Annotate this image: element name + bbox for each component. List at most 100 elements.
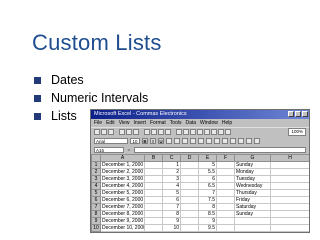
cell-c-5[interactable]: 5: [162, 189, 181, 197]
borders-icon[interactable]: [238, 137, 244, 144]
cell-b-8[interactable]: [144, 210, 163, 218]
menu-view[interactable]: View: [119, 119, 130, 127]
cell-e-8[interactable]: 8.5: [198, 210, 217, 218]
cell-a-6[interactable]: December 6, 2000: [100, 196, 145, 204]
menu-insert[interactable]: Insert: [133, 119, 146, 127]
cell-d-4[interactable]: [180, 182, 199, 190]
cell-a-3[interactable]: December 3, 2000: [100, 175, 145, 183]
cell-d-3[interactable]: [180, 175, 199, 183]
cell-h-9[interactable]: [270, 217, 309, 225]
cell-c-3[interactable]: 3: [162, 175, 181, 183]
font-size-select[interactable]: 10: [130, 137, 140, 144]
align-right-icon[interactable]: [182, 137, 188, 144]
zoom-select[interactable]: 100%: [288, 128, 306, 136]
cell-b-5[interactable]: [144, 189, 163, 197]
cell-c-8[interactable]: 8: [162, 210, 181, 218]
redo-icon[interactable]: [183, 129, 189, 135]
cell-a-8[interactable]: December 8, 2000: [100, 210, 145, 218]
cell-g-8[interactable]: Sunday: [234, 210, 271, 218]
menu-file[interactable]: File: [94, 119, 102, 127]
cell-b-2[interactable]: [144, 168, 163, 176]
column-header[interactable]: A: [100, 154, 145, 162]
column-header[interactable]: B: [144, 154, 163, 162]
cell-f-9[interactable]: [216, 217, 235, 225]
cell-b-7[interactable]: [144, 203, 163, 211]
underline-button[interactable]: U: [158, 137, 164, 144]
bold-button[interactable]: B: [142, 137, 148, 144]
cell-f-11[interactable]: [216, 231, 235, 232]
row-header[interactable]: 1: [91, 161, 101, 169]
cell-c-2[interactable]: 2: [162, 168, 181, 176]
undo-icon[interactable]: [176, 129, 182, 135]
currency-icon[interactable]: [198, 137, 204, 144]
spelling-icon[interactable]: [133, 129, 139, 135]
copy-icon[interactable]: [151, 129, 157, 135]
name-box[interactable]: A15: [94, 146, 124, 153]
cell-h-8[interactable]: [270, 210, 309, 218]
cell-h-1[interactable]: [270, 161, 309, 169]
cell-h-7[interactable]: [270, 203, 309, 211]
cell-c-7[interactable]: 7: [162, 203, 181, 211]
column-header[interactable]: E: [198, 154, 217, 162]
format-painter-icon[interactable]: [165, 129, 171, 135]
cell-f-8[interactable]: [216, 210, 235, 218]
column-header[interactable]: H: [270, 154, 309, 162]
cell-g-4[interactable]: Wednesday: [234, 182, 271, 190]
cell-b-1[interactable]: [144, 161, 163, 169]
fill-color-icon[interactable]: [246, 137, 252, 144]
new-icon[interactable]: [94, 129, 100, 135]
cell-g-1[interactable]: Sunday: [234, 161, 271, 169]
cell-e-10[interactable]: 9.5: [198, 224, 217, 232]
column-header[interactable]: D: [180, 154, 199, 162]
comma-icon[interactable]: [214, 137, 220, 144]
cell-e-1[interactable]: 5: [198, 161, 217, 169]
maximize-icon[interactable]: [295, 111, 301, 117]
cell-e-5[interactable]: 7: [198, 189, 217, 197]
cell-d-6[interactable]: [180, 196, 199, 204]
save-icon[interactable]: [108, 129, 114, 135]
cell-d-2[interactable]: [180, 168, 199, 176]
align-center-icon[interactable]: [174, 137, 180, 144]
increase-decimal-icon[interactable]: [222, 137, 228, 144]
cell-b-10[interactable]: [144, 224, 163, 232]
cell-e-6[interactable]: 7.5: [198, 196, 217, 204]
row-header[interactable]: 3: [91, 175, 101, 183]
column-header[interactable]: G: [234, 154, 271, 162]
cell-d-10[interactable]: [180, 224, 199, 232]
cell-c-6[interactable]: 6: [162, 196, 181, 204]
cell-c-1[interactable]: 1: [162, 161, 181, 169]
column-header[interactable]: F: [216, 154, 235, 162]
cell-a-5[interactable]: December 5, 2000: [100, 189, 145, 197]
preview-icon[interactable]: [126, 129, 132, 135]
cell-h-2[interactable]: [270, 168, 309, 176]
cell-g-2[interactable]: Monday: [234, 168, 271, 176]
cell-g-7[interactable]: Saturday: [234, 203, 271, 211]
row-header[interactable]: 11: [91, 231, 101, 232]
cell-e-9[interactable]: 9: [198, 217, 217, 225]
cell-c-10[interactable]: 10: [162, 224, 181, 232]
row-header[interactable]: 8: [91, 210, 101, 218]
cell-a-10[interactable]: December 10, 2000: [100, 224, 145, 232]
open-icon[interactable]: [101, 129, 107, 135]
align-left-icon[interactable]: [166, 137, 172, 144]
print-icon[interactable]: [119, 129, 125, 135]
cell-d-8[interactable]: [180, 210, 199, 218]
cell-g-9[interactable]: [234, 217, 271, 225]
menu-format[interactable]: Format: [150, 119, 166, 127]
italic-button[interactable]: I: [150, 137, 156, 144]
cell-d-5[interactable]: [180, 189, 199, 197]
cell-e-2[interactable]: 5.5: [198, 168, 217, 176]
column-header[interactable]: C: [162, 154, 181, 162]
cell-d-7[interactable]: [180, 203, 199, 211]
cell-c-9[interactable]: 9: [162, 217, 181, 225]
cell-e-11[interactable]: [198, 231, 217, 232]
menu-tools[interactable]: Tools: [170, 119, 182, 127]
cell-h-10[interactable]: [270, 224, 309, 232]
cell-h-4[interactable]: [270, 182, 309, 190]
cell-f-10[interactable]: [216, 224, 235, 232]
cell-d-11[interactable]: [180, 231, 199, 232]
cell-b-9[interactable]: [144, 217, 163, 225]
cell-a-2[interactable]: December 2, 2000: [100, 168, 145, 176]
cell-e-4[interactable]: 6.5: [198, 182, 217, 190]
paste-icon[interactable]: [158, 129, 164, 135]
